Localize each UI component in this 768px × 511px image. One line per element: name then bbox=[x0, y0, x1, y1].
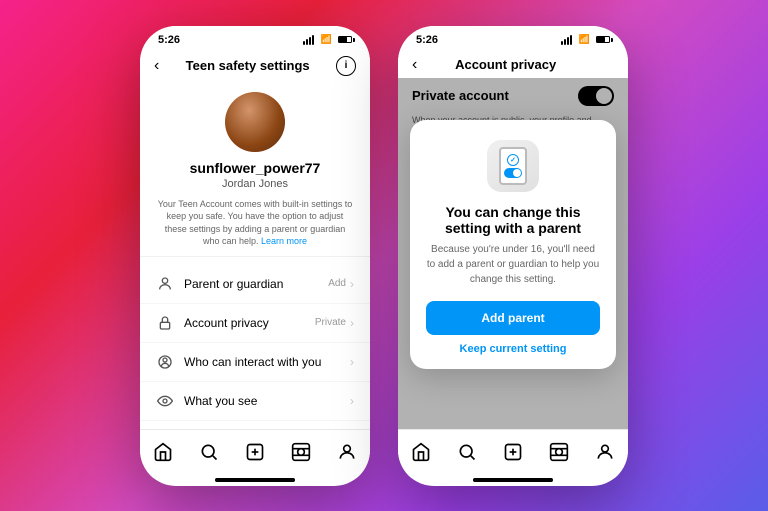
menu-item-interact[interactable]: Who can interact with you › bbox=[140, 343, 370, 382]
chevron-right-icon-parent: › bbox=[350, 277, 354, 291]
tab-home[interactable] bbox=[145, 438, 181, 466]
tab-bar-2 bbox=[398, 429, 628, 478]
nav-bar-1: ‹ Teen safety settings i bbox=[140, 50, 370, 80]
lock-icon bbox=[156, 314, 174, 332]
status-icons-1: 📶 bbox=[303, 34, 352, 45]
menu-item-label-parent: Parent or guardian bbox=[184, 277, 328, 291]
modal-card: ✓ You can change this setting with a par… bbox=[410, 120, 616, 369]
eye-icon bbox=[156, 392, 174, 410]
phone1-content: sunflower_power77 Jordan Jones Your Teen… bbox=[140, 80, 370, 429]
menu-item-label-interact: Who can interact with you bbox=[184, 355, 346, 369]
privacy-content-area: Private account When your account is pub… bbox=[398, 78, 628, 429]
chevron-right-icon-privacy: › bbox=[350, 316, 354, 330]
tab-search[interactable] bbox=[191, 438, 227, 466]
learn-more-link[interactable]: Learn more bbox=[261, 236, 307, 246]
tab-profile[interactable] bbox=[329, 438, 365, 466]
chevron-right-icon-interact: › bbox=[350, 355, 354, 369]
signal-icon bbox=[303, 35, 314, 45]
menu-item-right-parent: Add bbox=[328, 278, 346, 289]
menu-item-time[interactable]: Time management › bbox=[140, 421, 370, 429]
tab-reels-2[interactable] bbox=[541, 438, 577, 466]
menu-item-privacy[interactable]: Account privacy Private › bbox=[140, 304, 370, 343]
menu-section: Parent or guardian Add › Account privacy… bbox=[140, 256, 370, 429]
person-icon bbox=[156, 275, 174, 293]
real-name: Jordan Jones bbox=[222, 178, 288, 190]
check-icon: ✓ bbox=[510, 156, 516, 164]
nav-title-2: Account privacy bbox=[417, 57, 594, 72]
modal-phone-icon: ✓ bbox=[487, 140, 539, 192]
tab-reels[interactable] bbox=[283, 438, 319, 466]
tab-add[interactable] bbox=[237, 438, 273, 466]
avatar bbox=[225, 92, 285, 152]
tab-profile-2[interactable] bbox=[587, 438, 623, 466]
keep-setting-button[interactable]: Keep current setting bbox=[460, 343, 567, 355]
wifi-icon-2: 📶 bbox=[579, 34, 590, 45]
battery-icon bbox=[338, 36, 352, 43]
status-bar-1: 5:26 📶 bbox=[140, 26, 370, 50]
wifi-icon: 📶 bbox=[321, 34, 332, 45]
home-indicator-2 bbox=[473, 478, 553, 482]
tab-home-2[interactable] bbox=[403, 438, 439, 466]
add-parent-button[interactable]: Add parent bbox=[426, 301, 600, 335]
phone-graphic: ✓ bbox=[499, 147, 527, 185]
chevron-right-icon-see: › bbox=[350, 394, 354, 408]
tab-search-2[interactable] bbox=[449, 438, 485, 466]
status-icons-2: 📶 bbox=[561, 34, 610, 45]
tab-bar-1 bbox=[140, 429, 370, 478]
nav-title-1: Teen safety settings bbox=[159, 58, 336, 73]
phone-teen-safety: 5:26 📶 ‹ Teen safety settings i sunflowe… bbox=[140, 26, 370, 486]
home-indicator-1 bbox=[215, 478, 295, 482]
username: sunflower_power77 bbox=[190, 160, 321, 176]
modal-desc: Because you're under 16, you'll need to … bbox=[426, 242, 600, 287]
nav-bar-2: ‹ Account privacy bbox=[398, 50, 628, 78]
info-button-1[interactable]: i bbox=[336, 56, 356, 76]
tab-add-2[interactable] bbox=[495, 438, 531, 466]
status-time-1: 5:26 bbox=[158, 34, 180, 46]
battery-icon-2 bbox=[596, 36, 610, 43]
modal-title: You can change this setting with a paren… bbox=[426, 204, 600, 236]
check-circle: ✓ bbox=[507, 154, 519, 166]
modal-overlay: ✓ You can change this setting with a par… bbox=[398, 78, 628, 429]
menu-item-right-privacy: Private bbox=[315, 317, 346, 328]
phone-account-privacy: 5:26 📶 ‹ Account privacy Private account… bbox=[398, 26, 628, 486]
teen-notice: Your Teen Account comes with built-in se… bbox=[156, 198, 354, 248]
menu-item-label-privacy: Account privacy bbox=[184, 316, 315, 330]
toggle-small-icon bbox=[504, 168, 522, 178]
profile-section: sunflower_power77 Jordan Jones Your Teen… bbox=[140, 80, 370, 256]
signal-icon-2 bbox=[561, 35, 572, 45]
status-time-2: 5:26 bbox=[416, 34, 438, 46]
menu-item-label-see: What you see bbox=[184, 394, 350, 408]
status-bar-2: 5:26 📶 bbox=[398, 26, 628, 50]
menu-item-see[interactable]: What you see › bbox=[140, 382, 370, 421]
menu-item-parent[interactable]: Parent or guardian Add › bbox=[140, 265, 370, 304]
person-circle-icon bbox=[156, 353, 174, 371]
